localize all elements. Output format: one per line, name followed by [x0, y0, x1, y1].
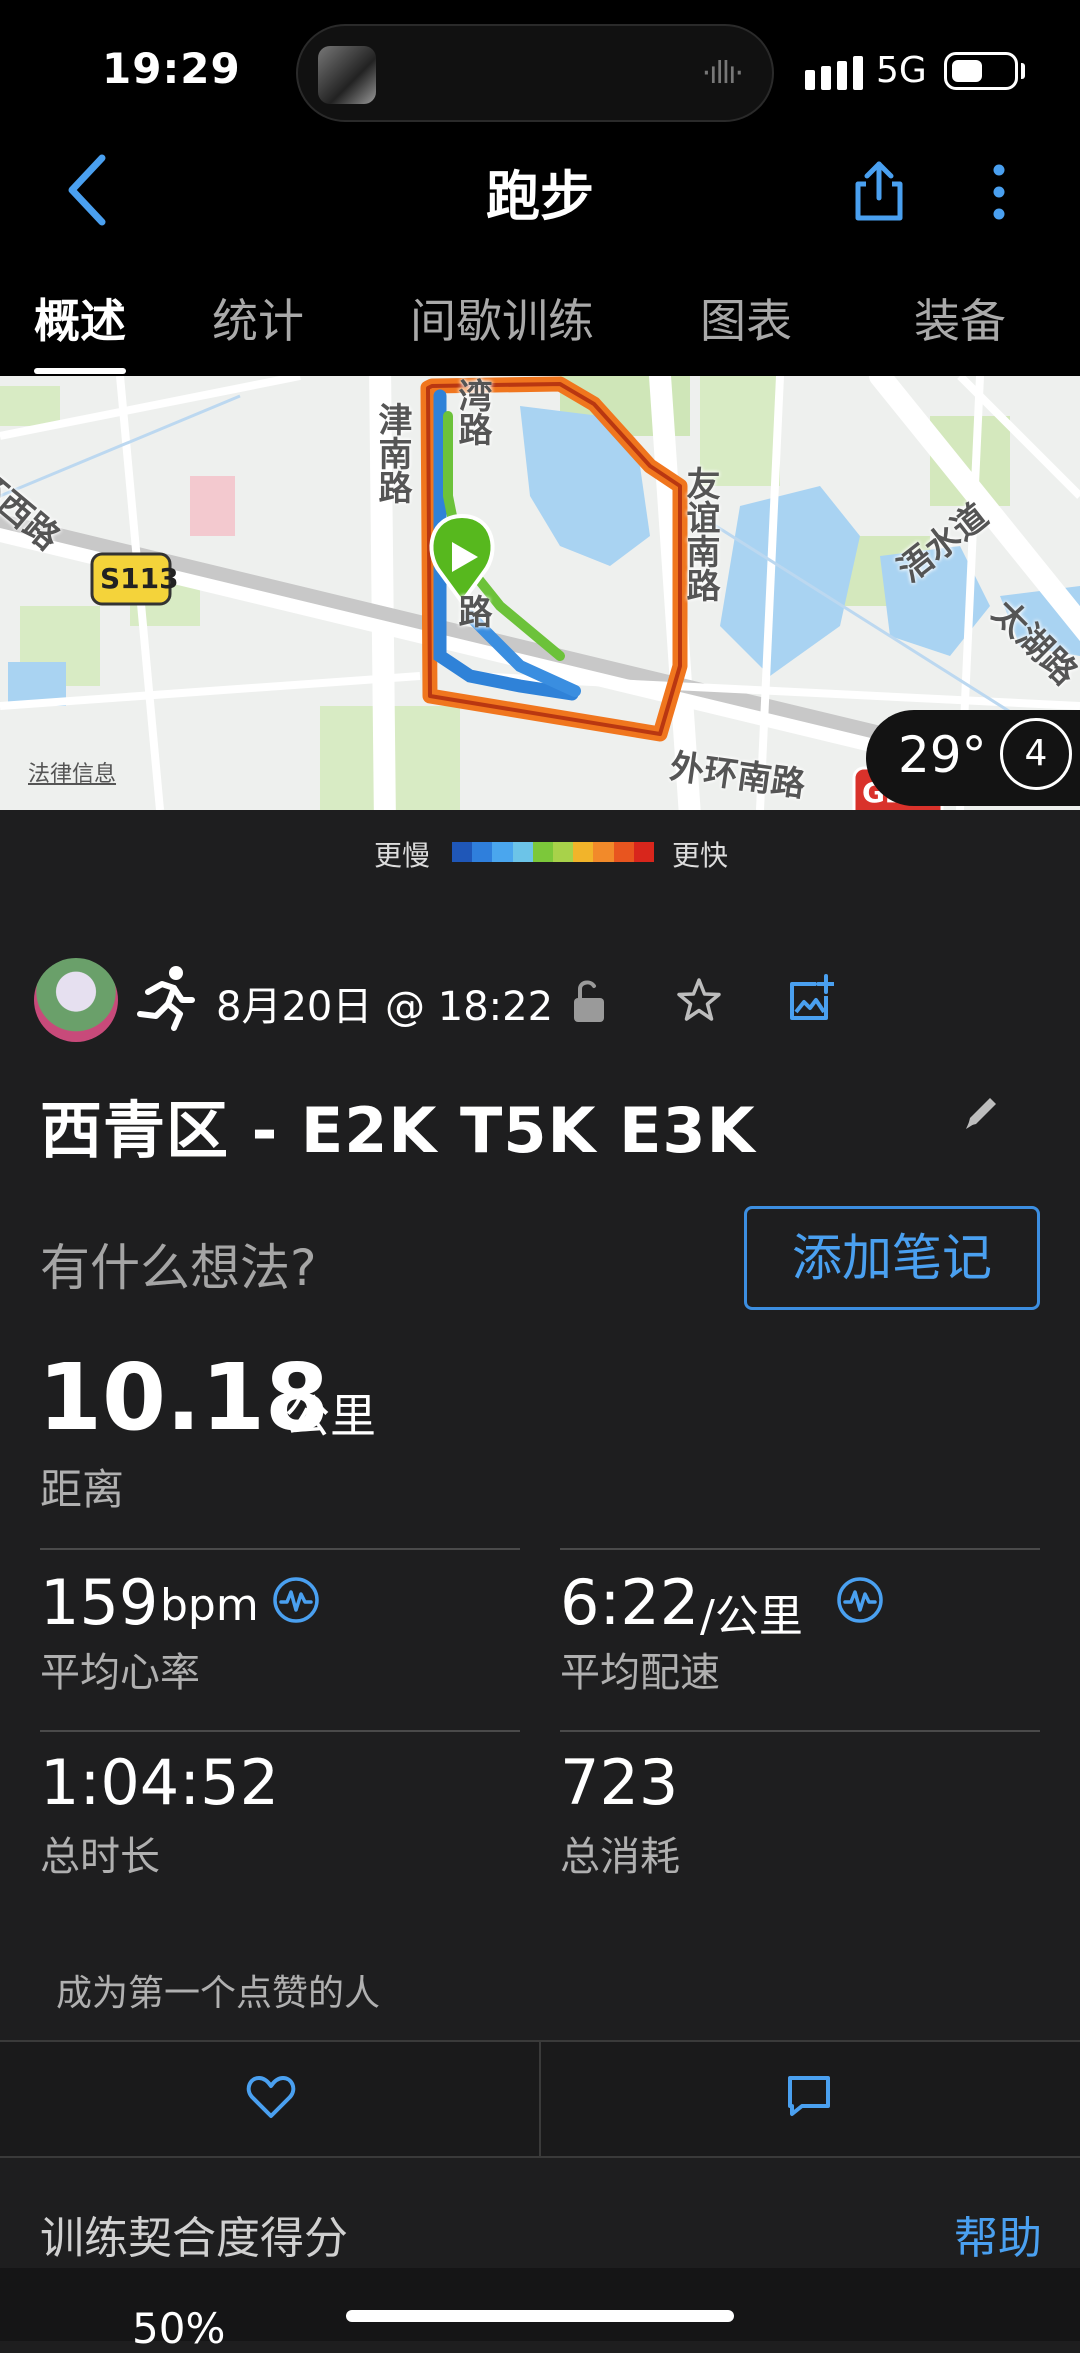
battery-tip	[1021, 63, 1025, 79]
pace-unit: /公里	[700, 1591, 803, 1642]
cellular-signal-icon	[805, 56, 863, 90]
legal-info-link[interactable]: 法律信息	[28, 756, 116, 788]
legend-color-segment	[553, 842, 574, 862]
divider	[40, 1548, 520, 1550]
divider	[560, 1730, 1040, 1732]
activity-datetime: 8月20日 @ 18:22	[216, 984, 554, 1030]
like-heart-icon[interactable]	[246, 2074, 296, 2120]
heart-rate-label: 平均心率	[40, 1650, 200, 1696]
active-tab-indicator	[34, 368, 126, 374]
running-icon	[137, 966, 195, 1031]
comment-icon[interactable]	[786, 2074, 832, 2118]
map-label-lu: 路	[452, 594, 492, 628]
training-fit-percent: 50%	[132, 2304, 226, 2353]
action-divider	[539, 2042, 541, 2156]
likes-prompt: 成为第一个点赞的人	[56, 1973, 381, 2014]
pace-label: 平均配速	[560, 1650, 720, 1696]
map-label-wan: 湾路	[452, 378, 492, 446]
legend-color-segment	[633, 842, 655, 862]
speed-color-legend	[452, 842, 655, 862]
pace-value: 6:22	[560, 1566, 700, 1639]
audio-wave-icon: ·ıllı·	[701, 56, 744, 91]
tab-gear[interactable]: 装备	[914, 285, 1006, 351]
dynamic-island[interactable]: ·ıllı·	[296, 24, 774, 122]
temperature: 29°	[898, 726, 987, 784]
edit-pencil-icon[interactable]	[962, 1092, 1002, 1132]
divider	[560, 1548, 1040, 1550]
pace-chart-icon[interactable]	[836, 1576, 884, 1624]
add-photo-icon[interactable]	[788, 974, 834, 1022]
home-indicator[interactable]	[346, 2310, 734, 2322]
thoughts-prompt[interactable]: 有什么想法?	[40, 1228, 317, 1300]
battery-icon	[944, 52, 1018, 90]
divider	[40, 1730, 520, 1732]
distance-unit: 公里	[284, 1389, 376, 1443]
duration-value: 1:04:52	[40, 1746, 280, 1819]
legend-slow-label: 更慢	[374, 839, 431, 872]
avatar[interactable]	[34, 958, 118, 1042]
favorite-star-icon[interactable]	[676, 977, 722, 1023]
training-fit-title: 训练契合度得分	[40, 2213, 348, 2264]
unlock-icon[interactable]	[572, 978, 606, 1024]
heart-rate-unit: bpm	[160, 1580, 259, 1631]
heart-rate-chart-icon[interactable]	[272, 1576, 320, 1624]
status-time: 19:29	[102, 44, 241, 93]
legend-color-segment	[472, 842, 493, 862]
help-link[interactable]: 帮助	[954, 2202, 1042, 2266]
map-label-jinnan: 津南路	[372, 402, 412, 504]
legend-color-segment	[532, 842, 554, 862]
share-icon[interactable]	[852, 158, 906, 222]
tab-intervals[interactable]: 间歇训练	[410, 285, 594, 351]
distance-label: 距离	[40, 1465, 125, 1514]
tab-overview[interactable]: 概述	[34, 285, 126, 351]
legend-color-segment	[452, 842, 473, 862]
now-playing-thumbnail	[318, 46, 376, 104]
more-options-icon[interactable]	[990, 162, 1008, 222]
page-title: 跑步	[486, 165, 594, 228]
add-note-button[interactable]: 添加笔记	[744, 1206, 1040, 1310]
tab-stats[interactable]: 统计	[212, 285, 304, 351]
duration-label: 总时长	[40, 1834, 160, 1880]
activity-title: 西青区 - E2K T5K E3K	[40, 1094, 756, 1167]
legend-color-segment	[573, 842, 594, 862]
network-type: 5G	[876, 50, 927, 91]
legend-color-segment	[492, 842, 513, 862]
map-label-youyi: 友谊南路	[680, 466, 720, 602]
calories-value: 723	[560, 1746, 679, 1819]
tab-charts[interactable]: 图表	[700, 285, 792, 351]
legend-fast-label: 更快	[672, 839, 729, 872]
legend-color-segment	[613, 842, 634, 862]
wind-speed-icon: 4	[1000, 718, 1072, 790]
road-shield-s113: S113	[100, 562, 179, 595]
social-action-bar	[0, 2040, 1080, 2158]
heart-rate-value: 159	[40, 1566, 159, 1639]
legend-color-segment	[512, 842, 533, 862]
calories-label: 总消耗	[560, 1834, 680, 1880]
legend-color-segment	[593, 842, 614, 862]
weather-badge: 29° 4	[866, 710, 1080, 806]
